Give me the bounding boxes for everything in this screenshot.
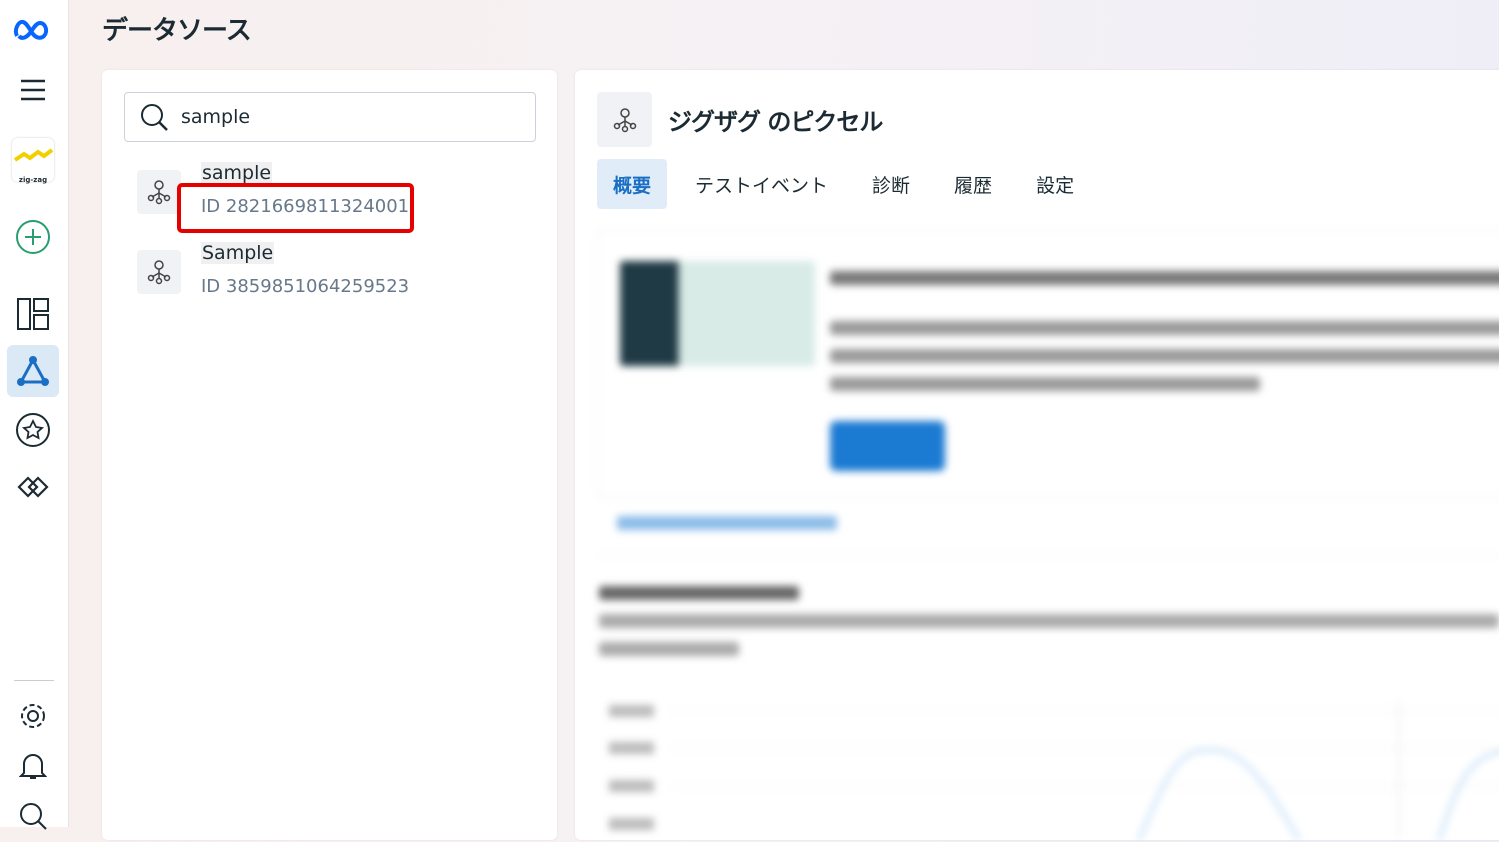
tab-settings[interactable]: 設定	[1020, 159, 1090, 209]
search-icon	[141, 104, 168, 131]
account-avatar[interactable]: zig-zag	[7, 134, 59, 186]
search-input[interactable]	[181, 106, 521, 128]
tab-test-events[interactable]: テストイベント	[679, 159, 844, 209]
pixel-icon	[137, 170, 181, 214]
detail-tabs: 概要 テストイベント 診断 履歴 設定	[597, 159, 1102, 209]
promo-button[interactable]	[830, 421, 945, 471]
promo-image	[620, 261, 815, 366]
pixel-icon	[137, 250, 181, 294]
data-sources-icon[interactable]	[7, 345, 59, 397]
events-chart-blurred	[609, 700, 1499, 840]
tab-overview[interactable]: 概要	[597, 159, 668, 209]
rail-divider	[14, 680, 54, 681]
list-item[interactable]: Sample ID 3859851064259523	[137, 242, 537, 312]
page-title: データソース	[102, 16, 252, 46]
notifications-icon[interactable]	[7, 740, 59, 792]
create-icon[interactable]	[7, 211, 59, 263]
tab-diagnostics[interactable]: 診断	[856, 159, 926, 209]
meta-logo-icon[interactable]	[7, 3, 59, 55]
side-rail: zig-zag	[0, 0, 69, 830]
tab-history[interactable]: 履歴	[938, 159, 1008, 209]
favorites-icon[interactable]	[7, 404, 59, 456]
source-id: ID 3859851064259523	[201, 276, 410, 297]
partners-icon[interactable]	[7, 462, 59, 514]
source-name: sample	[201, 162, 273, 184]
highlight-box	[177, 183, 414, 233]
pixel-icon	[597, 92, 652, 147]
source-name: Sample	[201, 242, 275, 264]
dashboard-icon[interactable]	[7, 288, 59, 340]
settings-icon[interactable]	[7, 690, 59, 742]
search-icon[interactable]	[7, 790, 59, 842]
search-box[interactable]	[124, 92, 536, 142]
menu-icon[interactable]	[7, 64, 59, 116]
promo-card-blurred	[597, 230, 1499, 498]
pixel-detail-panel: ジグザグ のピクセル 概要 テストイベント 診断 履歴 設定	[575, 70, 1499, 840]
pixel-title: ジグザグ のピクセル	[668, 108, 883, 136]
